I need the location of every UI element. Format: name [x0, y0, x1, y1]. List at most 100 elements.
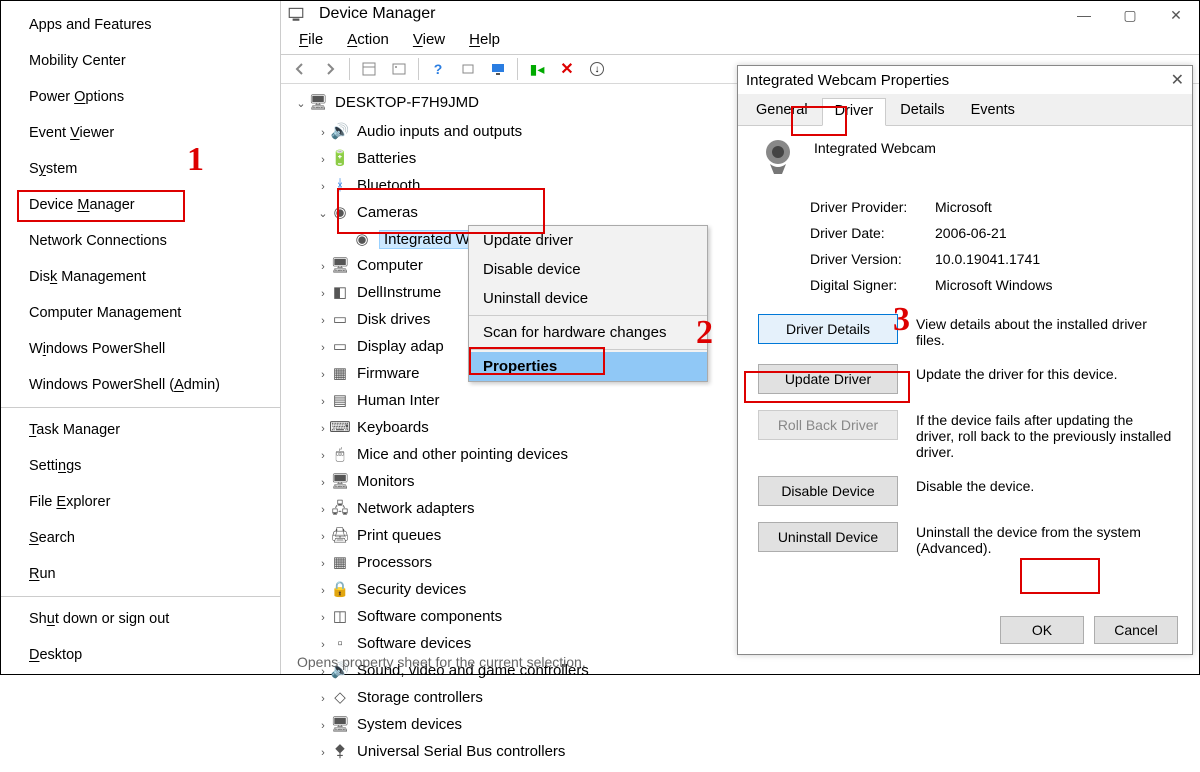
close-icon[interactable]: ✕: [1171, 70, 1184, 90]
sw-comp-icon: ◫: [331, 608, 349, 626]
winx-item-apps[interactable]: Apps and Features: [1, 7, 280, 43]
driver-details-desc: View details about the installed driver …: [898, 314, 1172, 348]
close-button[interactable]: ✕: [1153, 1, 1199, 29]
storage-icon: ◇: [331, 689, 349, 707]
enable-device-button[interactable]: ▮◂: [524, 57, 550, 81]
menu-help[interactable]: Help: [469, 31, 500, 48]
version-label: Driver Version:: [810, 251, 935, 267]
keyboard-icon: ⌨: [331, 419, 349, 437]
battery-icon: 🔋: [331, 150, 349, 168]
tab-details[interactable]: Details: [888, 98, 956, 125]
firmware-icon: ▦: [331, 365, 349, 383]
rollback-driver-button: Roll Back Driver: [758, 410, 898, 440]
context-menu: Update driver Disable device Uninstall d…: [468, 225, 708, 382]
properties-dialog: Integrated Webcam Properties ✕ General D…: [737, 65, 1193, 655]
usb-icon: ⯞: [331, 743, 349, 761]
winx-item-powershell-admin[interactable]: Windows PowerShell (Admin): [1, 367, 280, 403]
winx-item-desktop[interactable]: Desktop: [1, 637, 280, 673]
winx-item-taskmanager[interactable]: Task Manager: [1, 412, 280, 448]
provider-label: Driver Provider:: [810, 199, 935, 215]
properties-button[interactable]: [386, 57, 412, 81]
winx-label: Mobility Center: [29, 53, 126, 69]
ok-button[interactable]: OK: [1000, 616, 1084, 644]
annotation-3: 3: [893, 301, 910, 339]
winx-item-power[interactable]: Power Options: [1, 79, 280, 115]
tab-driver[interactable]: Driver: [822, 98, 887, 126]
tab-bar: General Driver Details Events: [738, 94, 1192, 126]
disable-device-desc: Disable the device.: [898, 476, 1172, 494]
audio-icon: 🔊: [331, 123, 349, 141]
webcam-icon: ◉: [353, 231, 371, 249]
network-icon: 🖧: [331, 500, 349, 518]
winx-item-search[interactable]: Search: [1, 520, 280, 556]
date-value: 2006-06-21: [935, 225, 1007, 241]
remove-device-button[interactable]: ✕: [554, 57, 580, 81]
winx-item-powershell[interactable]: Windows PowerShell: [1, 331, 280, 367]
system-icon: 🖥: [331, 716, 349, 734]
maximize-button[interactable]: ▢: [1107, 1, 1153, 29]
nav-forward-button[interactable]: [317, 57, 343, 81]
update-driver-button[interactable]: ↓: [584, 57, 610, 81]
node-storage[interactable]: ›◇Storage controllers: [295, 685, 1185, 712]
ctx-scan-hardware[interactable]: Scan for hardware changes: [469, 318, 707, 347]
winx-item-mobility[interactable]: Mobility Center: [1, 43, 280, 79]
winx-item-network[interactable]: Network Connections: [1, 223, 280, 259]
hid-icon: ▤: [331, 392, 349, 410]
cpu-icon: ▦: [331, 554, 349, 572]
winx-item-shutdown[interactable]: Shut down or sign out: [1, 601, 280, 637]
rollback-driver-desc: If the device fails after updating the d…: [898, 410, 1172, 460]
mouse-icon: 🖱: [331, 446, 349, 464]
root-label: DESKTOP-F7H9JMD: [335, 94, 479, 111]
disk-icon: ▭: [331, 311, 349, 329]
winx-label: Computer Management: [29, 305, 181, 321]
security-icon: 🔒: [331, 581, 349, 599]
node-system[interactable]: ›🖥System devices: [295, 712, 1185, 739]
winx-separator: [1, 596, 280, 597]
node-usb[interactable]: ›⯞Universal Serial Bus controllers: [295, 739, 1185, 766]
menu-action[interactable]: Action: [347, 31, 389, 48]
winx-label: Network Connections: [29, 233, 167, 249]
signer-label: Digital Signer:: [810, 277, 935, 293]
monitor-button[interactable]: [485, 57, 511, 81]
minimize-button[interactable]: —: [1061, 1, 1107, 29]
tab-general[interactable]: General: [744, 98, 820, 125]
nav-back-button[interactable]: [287, 57, 313, 81]
printer-icon: 🖨: [331, 527, 349, 545]
winx-item-system[interactable]: System: [1, 151, 280, 187]
computer-node-icon: 🖥: [331, 257, 349, 275]
ctx-update-driver[interactable]: Update driver: [469, 226, 707, 255]
menu-file[interactable]: File: [299, 31, 323, 48]
window-controls: — ▢ ✕: [1061, 1, 1199, 29]
show-hide-tree-button[interactable]: [356, 57, 382, 81]
update-driver-button[interactable]: Update Driver: [758, 364, 898, 394]
monitor-icon: 🖥: [331, 473, 349, 491]
cancel-button[interactable]: Cancel: [1094, 616, 1178, 644]
winx-item-computer-mgmt[interactable]: Computer Management: [1, 295, 280, 331]
ctx-uninstall-device[interactable]: Uninstall device: [469, 284, 707, 313]
menu-view[interactable]: View: [413, 31, 445, 48]
driver-details-button[interactable]: Driver Details: [758, 314, 898, 344]
annotation-2: 2: [696, 314, 713, 352]
disable-device-button[interactable]: Disable Device: [758, 476, 898, 506]
winx-label: Apps and Features: [29, 17, 152, 33]
uninstall-device-desc: Uninstall the device from the system (Ad…: [898, 522, 1172, 556]
display-icon: ▭: [331, 338, 349, 356]
ctx-disable-device[interactable]: Disable device: [469, 255, 707, 284]
winx-item-eventviewer[interactable]: Event Viewer: [1, 115, 280, 151]
scan-hardware-button[interactable]: [455, 57, 481, 81]
provider-value: Microsoft: [935, 199, 992, 215]
winx-item-settings[interactable]: Settings: [1, 448, 280, 484]
winx-item-disk[interactable]: Disk Management: [1, 259, 280, 295]
dialog-title: Integrated Webcam Properties: [746, 72, 1171, 89]
uninstall-device-button[interactable]: Uninstall Device: [758, 522, 898, 552]
ctx-properties[interactable]: Properties: [469, 352, 707, 381]
device-manager-icon: [287, 5, 305, 23]
tab-events[interactable]: Events: [959, 98, 1027, 125]
date-label: Driver Date:: [810, 225, 935, 241]
version-value: 10.0.19041.1741: [935, 251, 1040, 267]
winx-menu: Apps and Features Mobility Center Power …: [1, 1, 281, 674]
help-button[interactable]: ?: [425, 57, 451, 81]
winx-item-device-manager[interactable]: Device Manager: [1, 187, 280, 223]
winx-item-run[interactable]: Run: [1, 556, 280, 592]
winx-item-explorer[interactable]: File Explorer: [1, 484, 280, 520]
